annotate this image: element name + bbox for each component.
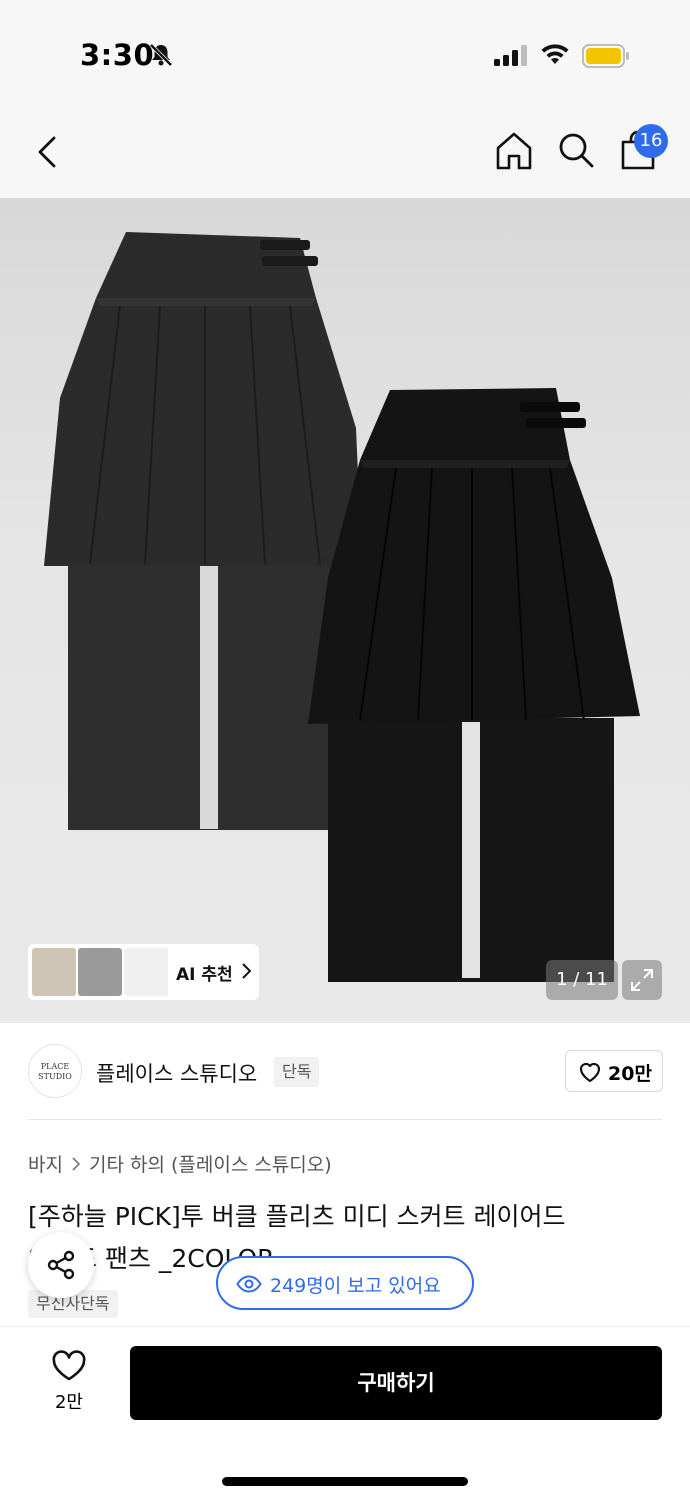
breadcrumb-item[interactable]: 바지 — [28, 1154, 63, 1176]
chevron-right-icon — [71, 1154, 81, 1176]
image-counter: 1 / 11 — [546, 960, 618, 1000]
product-photo — [44, 232, 640, 982]
cellular-signal-icon — [494, 44, 530, 70]
viewers-text: 249명이 보고 있어요 — [270, 1275, 441, 1297]
home-indicator — [222, 1477, 468, 1486]
garment-charcoal — [44, 232, 362, 830]
brand-like-count: 20만 — [608, 1063, 652, 1085]
search-icon[interactable] — [556, 130, 596, 176]
product-title-line: [주하늘 PICK]투 버클 플리츠 미디 스커트 레이어드 — [28, 1202, 566, 1231]
garment-black — [308, 388, 640, 982]
breadcrumb: 바지 기타 하의 (플레이스 스튜디오) — [28, 1150, 332, 1177]
recommend-thumbnail — [124, 948, 168, 996]
home-icon[interactable] — [494, 130, 534, 176]
brand-name[interactable]: 플레이스 스튜디오 — [96, 1058, 257, 1088]
bell-muted-icon — [148, 42, 174, 72]
buy-button[interactable]: 구매하기 — [130, 1346, 662, 1420]
eye-icon — [236, 1275, 262, 1293]
breadcrumb-item[interactable]: 기타 하의 (플레이스 스튜디오) — [89, 1154, 332, 1176]
cart-count-badge: 16 — [634, 124, 668, 158]
recommend-thumbnail — [32, 948, 76, 996]
battery-icon — [582, 44, 630, 72]
recommend-thumbnail — [78, 948, 122, 996]
ai-recommend-card[interactable]: AI 추천 — [28, 944, 259, 1000]
viewers-indicator: 249명이 보고 있어요 — [216, 1256, 474, 1310]
expand-icon[interactable] — [622, 960, 662, 1000]
brand-logo[interactable]: PLACE STUDIO — [28, 1044, 82, 1098]
svg-text:PLACE: PLACE — [41, 1062, 70, 1071]
status-time: 3:30 — [80, 38, 155, 72]
svg-text:STUDIO: STUDIO — [38, 1072, 72, 1081]
exclusive-tag: 단독 — [274, 1057, 320, 1087]
status-bar: 3:30 — [0, 0, 690, 110]
share-icon — [47, 1250, 75, 1280]
wifi-icon — [540, 42, 570, 70]
back-arrow-icon[interactable] — [30, 132, 64, 176]
brand-like-button[interactable]: 20만 — [565, 1050, 663, 1092]
heart-icon — [52, 1350, 86, 1381]
top-navigation — [0, 110, 690, 198]
share-button[interactable] — [28, 1232, 94, 1298]
ai-recommend-label: AI 추천 — [176, 965, 233, 985]
product-detail-screen: 3:30 16 AI 추천 1 / 11 PLACE STUDIO 플레이스 스… — [0, 0, 690, 1500]
chevron-right-icon — [240, 962, 252, 984]
product-image-gallery[interactable] — [0, 198, 690, 1023]
wishlist-count: 2만 — [54, 1392, 83, 1413]
heart-icon — [579, 1062, 601, 1083]
divider — [28, 1119, 662, 1120]
wishlist-button[interactable]: 2만 — [40, 1350, 98, 1420]
